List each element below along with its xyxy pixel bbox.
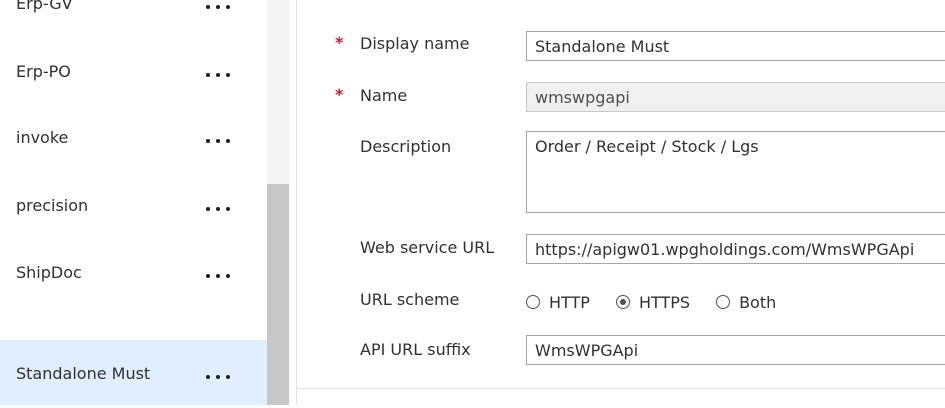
url-scheme-radio-group: HTTP HTTPS Both (526, 292, 802, 312)
radio-label: HTTPS (638, 292, 691, 312)
ellipsis-icon[interactable] (206, 370, 234, 384)
url-scheme-label: URL scheme (360, 290, 460, 309)
sidebar-scrollbar-thumb[interactable] (267, 184, 289, 405)
api-list-sidebar: Erp-GV Erp-PO invoke precision ShipDoc S… (0, 0, 267, 405)
display-name-label: Display name (360, 34, 470, 53)
description-textarea[interactable]: Order / Receipt / Stock / Lgs (526, 131, 945, 213)
required-marker: * (335, 85, 344, 104)
api-item-erp-gv[interactable]: Erp-GV (0, 0, 267, 38)
radio-unchecked-icon (526, 295, 540, 309)
ellipsis-icon[interactable] (206, 269, 234, 283)
web-service-url-label: Web service URL (360, 238, 495, 257)
api-item-precision[interactable]: precision (0, 172, 267, 240)
ellipsis-icon[interactable] (206, 202, 234, 216)
radio-label: HTTP (549, 292, 590, 312)
api-url-suffix-label: API URL suffix (360, 340, 471, 359)
ellipsis-icon[interactable] (206, 0, 234, 14)
api-item-label: precision (16, 196, 89, 215)
api-item-label: Standalone Must (16, 364, 151, 383)
form-bottom-divider (297, 388, 945, 389)
api-settings-form: * Display name * Name Description Order … (297, 0, 945, 405)
url-scheme-both-radio[interactable]: Both (716, 293, 776, 312)
radio-label: Both (739, 292, 777, 312)
api-url-suffix-input[interactable] (526, 335, 945, 365)
name-input (526, 82, 945, 112)
name-label: Name (360, 86, 408, 105)
ellipsis-icon[interactable] (206, 134, 234, 148)
api-item-label: invoke (16, 128, 69, 147)
api-item-erp-po[interactable]: Erp-PO (0, 38, 267, 106)
radio-checked-icon (615, 295, 630, 309)
url-scheme-http-radio[interactable]: HTTP (526, 293, 590, 312)
url-scheme-https-radio[interactable]: HTTPS (615, 292, 691, 312)
api-item-invoke[interactable]: invoke (0, 104, 267, 172)
web-service-url-input[interactable] (526, 234, 945, 264)
api-item-label: Erp-GV (16, 0, 73, 13)
api-item-standalone-must[interactable]: Standalone Must (0, 340, 267, 405)
api-item-label: Erp-PO (16, 62, 71, 81)
ellipsis-icon[interactable] (206, 68, 234, 82)
required-marker: * (335, 33, 344, 52)
radio-unchecked-icon (716, 295, 731, 309)
api-item-label: ShipDoc (16, 263, 82, 282)
display-name-input[interactable] (526, 31, 945, 61)
api-item-shipdoc[interactable]: ShipDoc (0, 239, 267, 307)
description-label: Description (360, 137, 452, 156)
